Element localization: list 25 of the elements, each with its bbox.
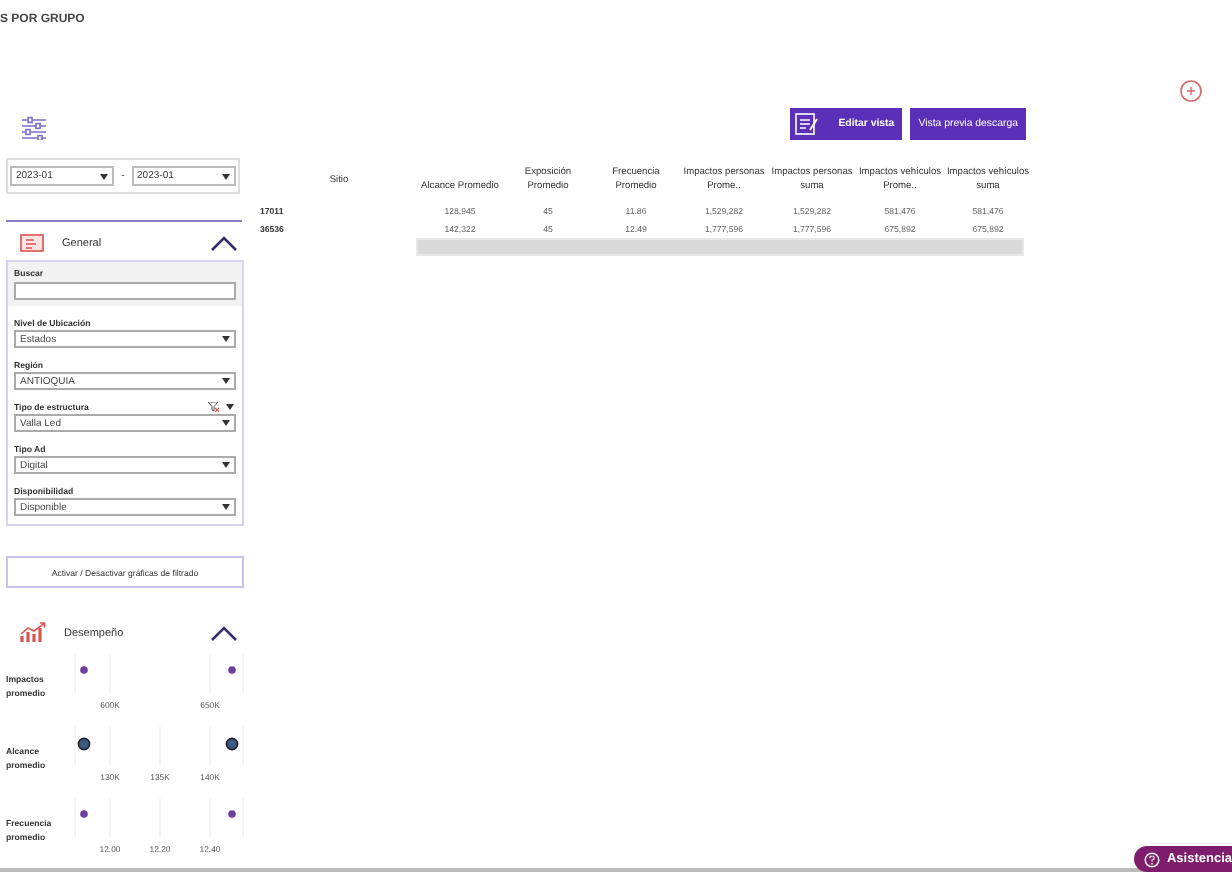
data-point[interactable] [225,737,239,751]
caret-icon [222,420,230,426]
chevron-up-icon[interactable] [210,625,238,641]
caret-icon [222,462,230,468]
data-point[interactable] [80,810,88,818]
caret-icon [226,403,234,409]
document-edit-icon [794,112,819,136]
search-field[interactable] [14,282,236,300]
help-icon [1144,851,1161,867]
data-point[interactable] [80,666,88,674]
chevron-up-icon[interactable] [210,235,238,251]
caret-icon [222,504,230,510]
caret-icon [222,173,231,179]
add-icon[interactable] [1180,80,1202,102]
caret-icon [222,378,230,384]
caret-icon [100,173,109,179]
caret-icon [222,336,230,342]
filter-settings-icon[interactable] [22,116,46,140]
horizontal-scrollbar[interactable] [416,238,1024,256]
clear-filter-icon[interactable] [208,401,220,411]
data-point[interactable] [228,666,236,674]
chart-icon [20,622,46,644]
panel-icon [20,234,44,252]
data-point[interactable] [228,810,236,818]
data-point[interactable] [77,737,91,751]
